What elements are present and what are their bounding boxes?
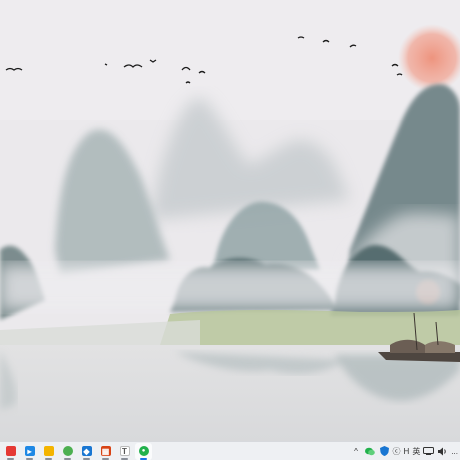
tray-text-b: H — [403, 446, 410, 456]
taskbar-app[interactable] — [59, 443, 76, 460]
taskbar-app[interactable] — [40, 443, 57, 460]
running-indicator — [83, 457, 90, 460]
running-indicator — [121, 457, 128, 460]
taskbar-app[interactable]: ▸ — [21, 443, 38, 460]
desktop-wallpaper — [0, 0, 460, 441]
chevron-up-icon[interactable]: ^ — [351, 446, 362, 457]
clock[interactable]: ... — [451, 447, 458, 456]
running-indicator — [7, 457, 14, 460]
vscode-icon: ◆ — [81, 446, 92, 456]
wechat-tray-icon[interactable] — [365, 446, 376, 457]
running-indicator — [64, 457, 71, 460]
app-blue-arrow-icon: ▸ — [24, 446, 35, 456]
taskbar: ▸ ◆ ▦ T ● ^ ⓒ H 英 ... — [0, 441, 460, 460]
tray-text-a: ⓒ — [392, 446, 401, 456]
taskbar-apps: ▸ ◆ ▦ T ● — [0, 442, 152, 460]
chrome-icon — [62, 446, 73, 456]
app-grid-icon: ▦ — [100, 446, 111, 456]
taskbar-app[interactable] — [2, 443, 19, 460]
taskbar-app[interactable]: T — [116, 443, 133, 460]
taskbar-app[interactable]: ◆ — [78, 443, 95, 460]
wechat-icon: ● — [138, 446, 149, 456]
desktop — [0, 0, 460, 441]
typora-icon: T — [119, 446, 130, 456]
taskbar-app[interactable]: ▦ — [97, 443, 114, 460]
taskbar-app[interactable]: ● — [135, 442, 152, 460]
system-tray: ^ ⓒ H 英 ... — [348, 442, 460, 460]
file-explorer-icon — [43, 446, 54, 456]
running-indicator — [45, 457, 52, 460]
network-icon[interactable] — [423, 446, 435, 457]
input-language[interactable]: 英 — [412, 446, 420, 457]
volume-icon[interactable] — [437, 446, 448, 457]
running-indicator — [140, 457, 147, 460]
running-indicator — [26, 457, 33, 460]
app-red-icon — [5, 446, 16, 456]
running-indicator — [102, 457, 109, 460]
shield-icon[interactable] — [379, 446, 390, 457]
